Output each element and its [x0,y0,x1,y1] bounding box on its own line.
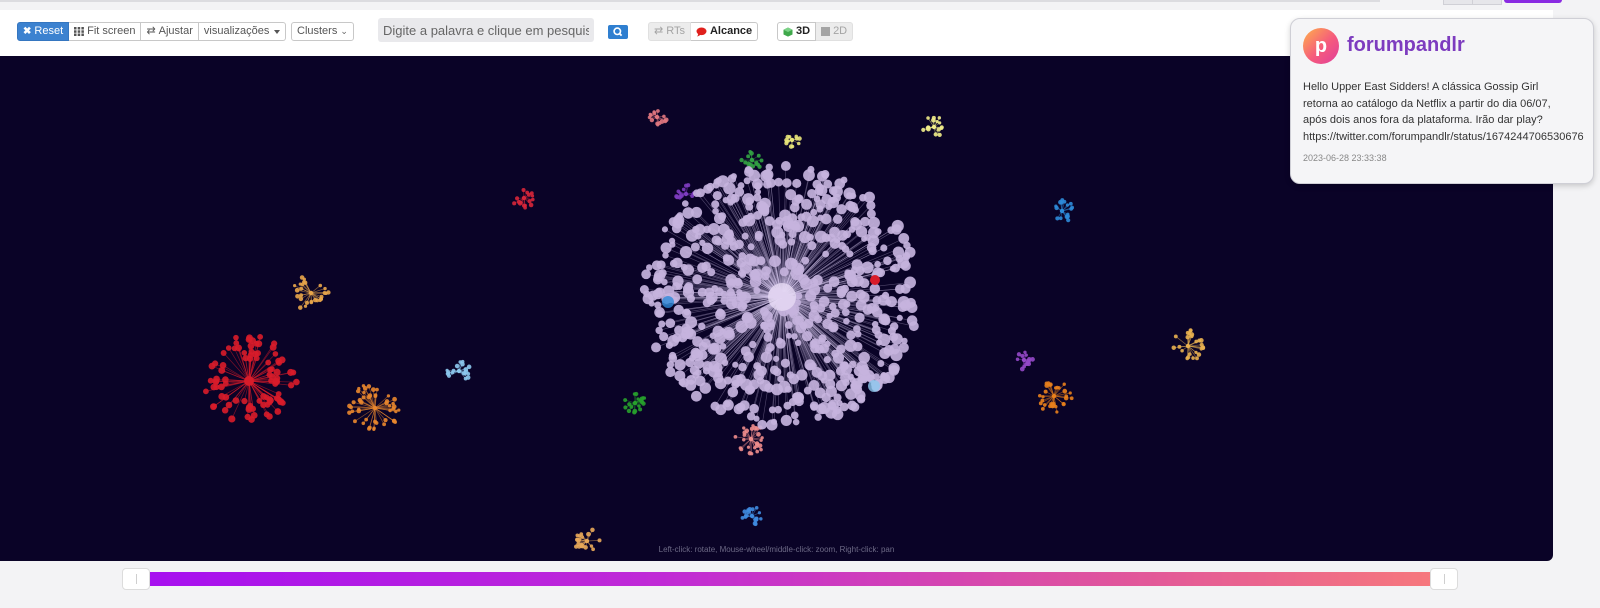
comment-icon [696,27,707,37]
retweet-icon: ⇄ [146,25,156,37]
username[interactable]: forumpandlr [1347,34,1465,57]
cluster-node-group[interactable] [623,391,647,415]
cluster-node-group[interactable] [1015,350,1035,372]
time-range-slider[interactable] [122,568,1458,590]
cluster-node-group[interactable] [647,109,669,127]
ajustar-button[interactable]: ⇄ Ajustar [141,22,199,41]
tweet-timestamp: 2023-06-28 23:33:38 [1303,153,1387,163]
visualizacoes-label: visualizações [203,25,270,37]
top-strip [0,0,1600,8]
alcance-button[interactable]: Alcance [690,22,759,41]
fit-screen-button[interactable]: Fit screen [69,22,142,41]
cluster-node-group[interactable] [512,187,535,210]
main-cluster[interactable] [639,161,919,431]
clusters-control: Clusters ⌄ [291,22,354,41]
caret-down-icon [274,29,281,34]
tweet-text: Hello Upper East Sidders! A clássica Gos… [1303,81,1584,143]
dimension-toggle: 3D 2D [777,22,854,41]
rts-label: RTs [666,25,685,37]
slider-handle-start[interactable] [122,568,150,590]
mode-2d-label: 2D [833,25,848,37]
mode-3d-label: 3D [796,25,811,37]
slider-handle-end[interactable] [1430,568,1458,590]
cluster-node-group[interactable] [1171,328,1206,361]
tweet-card: p forumpandlr Hello Upper East Sidders! … [1290,18,1594,184]
reset-button[interactable]: ✖ Reset [17,22,70,41]
close-icon: ✖ [23,26,32,37]
slider-track[interactable] [136,572,1444,586]
top-button-ghost[interactable] [1472,0,1502,5]
cluster-node-group[interactable] [1054,198,1075,223]
square-icon [821,27,831,36]
mode-3d-button[interactable]: 3D [777,22,817,41]
cluster-node-group[interactable] [203,333,300,423]
cluster-node-group[interactable] [784,134,802,149]
cluster-node-group[interactable] [674,183,697,200]
fit-screen-label: Fit screen [87,25,136,37]
cluster-node-group[interactable] [733,424,764,456]
cluster-node-group[interactable] [921,115,944,138]
chevron-down-icon: ⌄ [340,26,348,36]
controls-hint: Left-click: rotate, Mouse-wheel/middle-c… [658,545,895,554]
top-purple-button[interactable] [1504,0,1562,3]
cluster-node-group[interactable] [293,275,331,310]
user-avatar[interactable]: p [1303,28,1339,64]
mode-2d-button[interactable]: 2D [816,22,854,41]
clusters-dropdown[interactable]: Clusters ⌄ [291,22,354,41]
ajustar-label: Ajustar [158,25,193,37]
retweet-icon: ⇄ [654,25,664,37]
top-divider [0,0,1380,2]
search-input[interactable] [378,18,594,42]
avatar-letter: p [1314,35,1328,57]
rts-button[interactable]: ⇄ RTs [648,22,691,41]
grid-icon [74,27,85,36]
cluster-node-group[interactable] [740,505,763,527]
cluster-node-group[interactable] [739,149,764,169]
clusters-label: Clusters [297,25,338,37]
search-icon [613,27,623,37]
metric-toggle: ⇄ RTs Alcance [648,22,759,41]
cube-icon [783,27,793,37]
visualizacoes-dropdown[interactable]: visualizações [198,22,287,41]
cluster-node-group[interactable] [1037,381,1074,414]
alcance-label: Alcance [709,25,753,37]
cluster-node-group[interactable] [347,384,401,431]
cluster-node-group[interactable] [445,359,472,381]
search-button[interactable] [608,25,628,39]
top-button-ghost[interactable] [1443,0,1473,5]
reset-label: Reset [34,25,64,37]
view-controls: ✖ Reset Fit screen ⇄ Ajustar visualizaçõ… [17,22,287,41]
